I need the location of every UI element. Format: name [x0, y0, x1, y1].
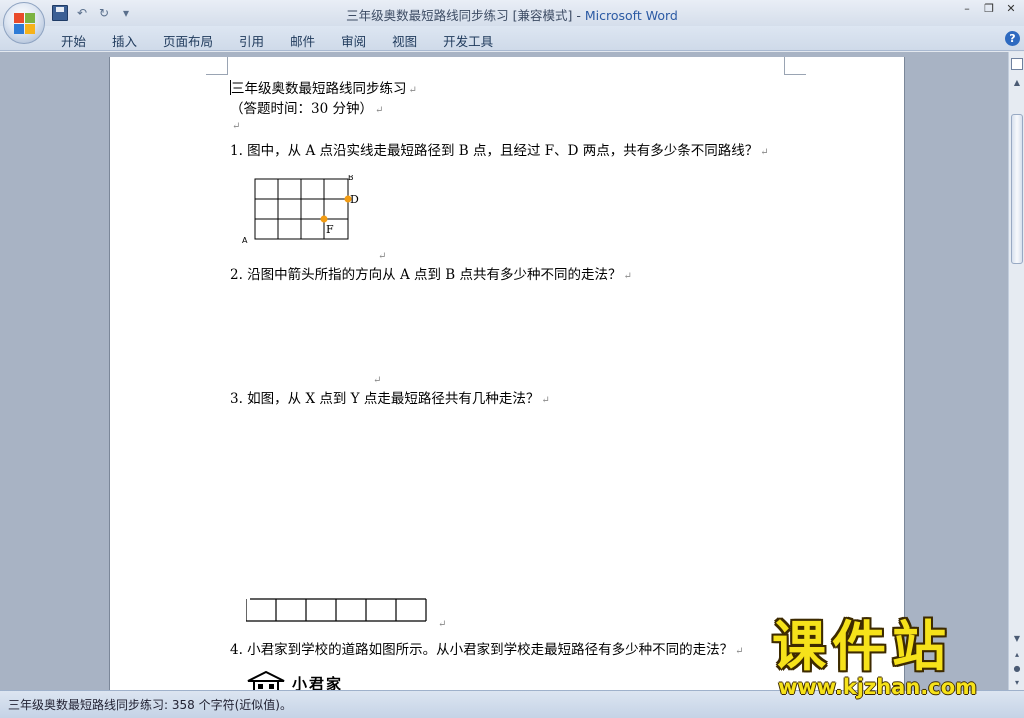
doc-title: 三年级奥数最短路线同步练习: [231, 81, 407, 97]
question-4: 4. 小君家到学校的道路如图所示。从小君家到学校走最短路径有多少种不同的走法？: [230, 642, 734, 658]
watermark-title: 课件站: [772, 615, 952, 678]
paragraph-mark-icon: ↵: [760, 147, 769, 158]
point-f: [320, 215, 328, 223]
scroll-down-icon[interactable]: ▼: [1010, 632, 1024, 646]
next-page-icon[interactable]: ▾: [1010, 676, 1024, 690]
minimize-icon[interactable]: –: [960, 2, 974, 15]
house-icon: [247, 671, 285, 690]
title-bar: ↶ ↻ ▾ 三年级奥数最短路线同步练习 [兼容模式] - Microsoft W…: [0, 0, 1024, 26]
label-f: F: [326, 223, 334, 236]
paragraph-mark-icon: ↵: [232, 121, 241, 132]
tab-insert[interactable]: 插入: [99, 30, 150, 51]
scroll-thumb[interactable]: [1011, 114, 1023, 264]
restore-icon[interactable]: ❐: [982, 2, 996, 15]
paragraph-mark-icon: ↵: [438, 619, 447, 630]
help-icon[interactable]: ?: [1005, 31, 1020, 46]
document-page[interactable]: 三年级奥数最短路线同步练习 ↵ （答题时间：30 分钟） ↵ ↵ 1. 图中，从 A…: [110, 57, 904, 690]
office-logo-icon: [14, 13, 35, 34]
empty-line: ↵: [376, 247, 386, 263]
status-text: 三年级奥数最短路线同步练习: 358 个字符(近似值)。: [8, 698, 292, 712]
tab-review[interactable]: 审阅: [328, 30, 379, 51]
label-d: D: [350, 193, 359, 206]
margin-corner-left: [206, 57, 228, 75]
question-2: 2. 沿图中箭头所指的方向从 A 点到 B 点共有多少种不同的走法？: [230, 267, 622, 283]
tab-home[interactable]: 开始: [48, 30, 99, 51]
question-4-line: 4. 小君家到学校的道路如图所示。从小君家到学校走最短路径有多少种不同的走法？ ↵: [230, 638, 744, 658]
question-3-line: 3. 如图，从 X 点到 Y 点走最短路径共有几种走法？ ↵: [230, 387, 550, 407]
doc-subtitle: （答题时间：30 分钟）: [230, 101, 373, 117]
doc-title-line: 三年级奥数最短路线同步练习 ↵: [230, 77, 417, 97]
question-1-line: 1. 图中，从 A 点沿实线走最短路径到 B 点，且经过 F、D 两点，共有多少…: [230, 139, 769, 159]
paragraph-mark-icon: ↵: [541, 395, 550, 406]
watermark: 课件站 www.kjzhan.com: [772, 615, 1012, 699]
doc-subtitle-line: （答题时间：30 分钟） ↵: [230, 97, 383, 117]
figure-4-house: 小君家: [246, 671, 343, 690]
previous-page-icon[interactable]: ▴: [1010, 648, 1024, 662]
question-3: 3. 如图，从 X 点到 Y 点走最短路径共有几种走法？: [230, 391, 540, 407]
margin-corner-right: [784, 57, 806, 75]
house-label: 小君家: [292, 674, 344, 691]
paragraph-mark-icon: ↵: [408, 85, 417, 96]
office-button[interactable]: [3, 2, 45, 44]
window-title-app: Microsoft Word: [584, 8, 678, 23]
paragraph-mark-icon: ↵: [373, 375, 382, 386]
window-title: 三年级奥数最短路线同步练习 [兼容模式] - Microsoft Word: [0, 5, 1024, 24]
document-workspace: 三年级奥数最短路线同步练习 ↵ （答题时间：30 分钟） ↵ ↵ 1. 图中，从 A…: [0, 52, 1008, 690]
empty-line: ↵: [230, 117, 240, 133]
empty-line: ↵: [436, 615, 446, 631]
empty-line: ↵: [371, 371, 381, 387]
paragraph-mark-icon: ↵: [735, 646, 744, 657]
watermark-url: www.kjzhan.com: [778, 675, 978, 699]
tab-page-layout[interactable]: 页面布局: [150, 30, 226, 51]
question-2-line: 2. 沿图中箭头所指的方向从 A 点到 B 点共有多少种不同的走法？ ↵: [230, 263, 632, 283]
ribbon-tabs: 开始 插入 页面布局 引用 邮件 审阅 视图 开发工具: [48, 30, 506, 51]
tab-mailings[interactable]: 邮件: [277, 30, 328, 51]
label-b: B: [348, 175, 354, 182]
ruler-icon[interactable]: [1011, 58, 1023, 70]
tab-developer[interactable]: 开发工具: [430, 30, 506, 51]
close-icon[interactable]: ✕: [1004, 2, 1018, 15]
scroll-up-icon[interactable]: ▲: [1010, 76, 1024, 90]
ribbon: 开始 插入 页面布局 引用 邮件 审阅 视图 开发工具 ?: [0, 26, 1024, 51]
vertical-scrollbar[interactable]: ▲ ▼ ▴ ● ▾: [1008, 52, 1024, 690]
tab-references[interactable]: 引用: [226, 30, 277, 51]
window-title-doc: 三年级奥数最短路线同步练习 [兼容模式]: [346, 8, 573, 23]
question-1: 1. 图中，从 A 点沿实线走最短路径到 B 点，且经过 F、D 两点，共有多少…: [230, 143, 759, 159]
paragraph-mark-icon: ↵: [378, 251, 387, 262]
window-title-sep: -: [572, 8, 585, 23]
paragraph-mark-icon: ↵: [374, 105, 384, 116]
browse-object-icon[interactable]: ●: [1010, 662, 1024, 676]
label-a: A: [242, 236, 248, 245]
figure-3-strip: X: [246, 598, 427, 622]
window-controls: – ❐ ✕: [960, 2, 1018, 15]
paragraph-mark-icon: ↵: [623, 271, 632, 282]
tab-view[interactable]: 视图: [379, 30, 430, 51]
figure-1-grid: A B D F: [242, 175, 359, 245]
